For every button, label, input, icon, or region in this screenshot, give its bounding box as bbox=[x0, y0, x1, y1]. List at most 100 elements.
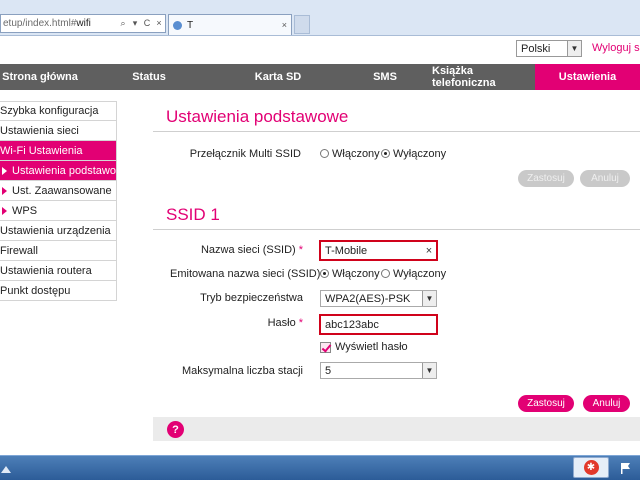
multi-ssid-label: Przełącznik Multi SSID bbox=[189, 148, 301, 160]
section-title: SSID 1 bbox=[166, 205, 220, 224]
radio-checked-icon bbox=[381, 149, 390, 158]
sidebar-item-wifi[interactable]: Wi-Fi Ustawienia bbox=[0, 141, 117, 161]
broadcast-off-radio[interactable]: Wyłączony bbox=[381, 268, 446, 280]
main-nav: Strona główna Status Karta SD SMS Książk… bbox=[0, 64, 640, 90]
taskbar-app-button[interactable]: ✱ bbox=[573, 457, 609, 478]
help-icon[interactable]: ? bbox=[167, 421, 184, 438]
sidebar-item-network[interactable]: Ustawienia sieci bbox=[0, 121, 117, 141]
label-text: Hasło bbox=[267, 317, 296, 329]
ssid-name-input[interactable]: T-Mobile × bbox=[319, 240, 438, 261]
security-value: WPA2(AES)-PSK bbox=[325, 292, 411, 305]
language-select[interactable]: Polski ▼ bbox=[516, 40, 582, 57]
search-icon[interactable]: ⌕ bbox=[117, 15, 129, 32]
divider bbox=[153, 229, 640, 230]
clear-icon[interactable]: × bbox=[422, 245, 436, 257]
basic-apply-button[interactable]: Zastosuj bbox=[518, 170, 574, 187]
logout-link[interactable]: Wyloguj się bbox=[592, 42, 640, 54]
chevron-down-icon: ▼ bbox=[567, 41, 581, 56]
app-icon: ✱ bbox=[583, 460, 599, 475]
password-input[interactable]: abc123abc bbox=[319, 314, 438, 335]
arrow-right-icon bbox=[2, 166, 7, 175]
sidebar-item-advanced[interactable]: Ust. Zaawansowane bbox=[0, 181, 117, 201]
sidebar: Szybka konfiguracja Ustawienia sieci Wi-… bbox=[0, 101, 117, 301]
max-stations-label: Maksymalna liczba stacji bbox=[181, 365, 303, 377]
stop-icon[interactable]: × bbox=[153, 15, 165, 32]
sidebar-item-label: Ustawienia urządzenia bbox=[0, 224, 111, 237]
sidebar-item-wps[interactable]: WPS bbox=[0, 201, 117, 221]
sidebar-item-label: Firewall bbox=[0, 244, 38, 257]
radio-label: Włączony bbox=[332, 148, 380, 160]
refresh-icon[interactable]: C bbox=[141, 15, 153, 32]
tab-title: T bbox=[187, 19, 194, 31]
required-mark: * bbox=[298, 317, 303, 329]
sidebar-item-firewall[interactable]: Firewall bbox=[0, 241, 117, 261]
language-value: Polski bbox=[521, 42, 551, 55]
radio-icon bbox=[320, 149, 329, 158]
basic-cancel-button[interactable]: Anuluj bbox=[580, 170, 630, 187]
ssid-name-label: Nazwa sieci (SSID) * bbox=[170, 244, 303, 256]
security-label: Tryb bezpieczeństwa bbox=[200, 292, 303, 304]
security-select[interactable]: WPA2(AES)-PSK ▼ bbox=[320, 290, 437, 307]
page-title: Ustawienia podstawowe bbox=[166, 107, 349, 126]
max-stations-value: 5 bbox=[325, 364, 332, 377]
footer-bar bbox=[153, 417, 640, 441]
password-label: Hasło * bbox=[170, 317, 303, 329]
os-taskbar bbox=[0, 455, 640, 480]
sidebar-item-label: Ustawienia podstawowe bbox=[12, 164, 116, 177]
required-mark: * bbox=[298, 244, 303, 256]
arrow-right-icon bbox=[2, 206, 7, 215]
nav-item-settings[interactable]: Ustawienia bbox=[535, 64, 640, 90]
sidebar-item-quick-setup[interactable]: Szybka konfiguracja bbox=[0, 101, 117, 121]
sidebar-item-label: Ustawienia routera bbox=[0, 264, 92, 277]
sidebar-item-basic[interactable]: Ustawienia podstawowe bbox=[0, 161, 117, 181]
sidebar-item-access-point[interactable]: Punkt dostępu bbox=[0, 281, 117, 301]
radio-checked-icon bbox=[320, 269, 329, 278]
show-password-checkbox[interactable]: Wyświetl hasło bbox=[320, 341, 408, 353]
sidebar-item-label: Ust. Zaawansowane bbox=[12, 184, 112, 197]
screen: etup/index.html#wifi ⌕ ▾ C × T × Polski … bbox=[0, 0, 640, 480]
ssid-cancel-button[interactable]: Anuluj bbox=[583, 395, 630, 412]
ssid-apply-button[interactable]: Zastosuj bbox=[518, 395, 574, 412]
radio-label: Wyłączony bbox=[393, 148, 447, 160]
sidebar-item-label: WPS bbox=[12, 204, 38, 217]
multi-ssid-off-radio[interactable]: Wyłączony bbox=[381, 148, 446, 160]
sidebar-item-label: Punkt dostępu bbox=[0, 284, 71, 297]
browser-tab[interactable]: T × bbox=[168, 14, 292, 35]
sidebar-item-label: Ustawienia sieci bbox=[0, 124, 79, 137]
address-url-path: etup/index.html# bbox=[3, 18, 77, 29]
ssid-name-value: T-Mobile bbox=[325, 244, 368, 257]
sidebar-item-device[interactable]: Ustawienia urządzenia bbox=[0, 221, 117, 241]
action-center-flag-icon[interactable] bbox=[618, 461, 632, 475]
nav-item-home[interactable]: Strona główna bbox=[0, 64, 80, 90]
checkbox-label: Wyświetl hasło bbox=[335, 341, 408, 353]
sidebar-item-label: Wi-Fi Ustawienia bbox=[0, 144, 83, 157]
chevron-down-icon: ▼ bbox=[422, 363, 436, 378]
divider bbox=[153, 131, 640, 132]
address-url-hash: wifi bbox=[76, 18, 91, 29]
dropdown-icon[interactable]: ▾ bbox=[129, 15, 141, 32]
nav-item-sd-card[interactable]: Karta SD bbox=[218, 64, 338, 90]
label-text: Nazwa sieci (SSID) bbox=[200, 244, 296, 256]
sidebar-item-router[interactable]: Ustawienia routera bbox=[0, 261, 117, 281]
radio-label: Wyłączony bbox=[393, 268, 447, 280]
broadcast-label: Emitowana nazwa sieci (SSID) bbox=[170, 268, 321, 280]
radio-icon bbox=[381, 269, 390, 278]
nav-item-phonebook[interactable]: Książka telefoniczna bbox=[432, 64, 535, 90]
address-url[interactable]: etup/index.html#wifi bbox=[3, 18, 117, 29]
max-stations-select[interactable]: 5 ▼ bbox=[320, 362, 437, 379]
broadcast-on-radio[interactable]: Włączony bbox=[320, 268, 380, 280]
address-bar[interactable]: etup/index.html#wifi ⌕ ▾ C × bbox=[0, 14, 166, 33]
password-value: abc123abc bbox=[325, 318, 379, 331]
chevron-down-icon: ▼ bbox=[422, 291, 436, 306]
page-favicon-icon bbox=[173, 20, 182, 30]
multi-ssid-on-radio[interactable]: Włączony bbox=[320, 148, 380, 160]
browser-chrome: etup/index.html#wifi ⌕ ▾ C × T × bbox=[0, 0, 640, 36]
arrow-right-icon bbox=[2, 186, 7, 195]
new-tab-button[interactable] bbox=[294, 15, 310, 34]
sidebar-item-label: Szybka konfiguracja bbox=[0, 105, 99, 117]
checkbox-checked-icon bbox=[320, 341, 331, 353]
taskbar-arrow-icon[interactable] bbox=[0, 462, 12, 474]
tab-close-icon[interactable]: × bbox=[282, 20, 287, 30]
nav-item-status[interactable]: Status bbox=[80, 64, 218, 90]
nav-item-sms[interactable]: SMS bbox=[338, 64, 432, 90]
